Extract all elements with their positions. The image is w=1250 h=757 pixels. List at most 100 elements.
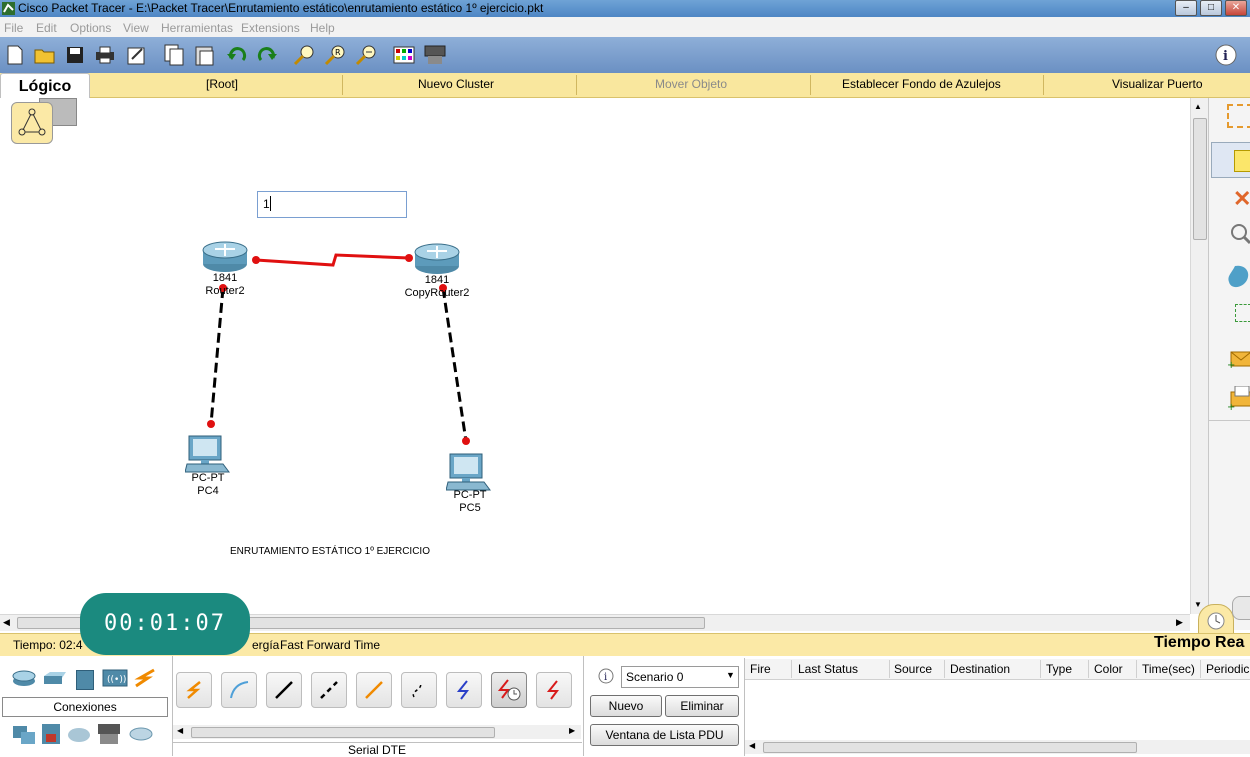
activity-wizard-icon[interactable] [125, 43, 149, 67]
column-header[interactable]: Time(sec) [1142, 662, 1195, 676]
pdu-scroll-thumb[interactable] [763, 742, 1137, 753]
custom-devices-category-icon[interactable] [96, 722, 122, 746]
maximize-button[interactable]: □ [1200, 0, 1222, 16]
copper-cross-icon[interactable] [311, 672, 347, 708]
logical-bar: [Root] Nuevo Cluster Mover Objeto Establ… [0, 73, 1250, 98]
copper-straight-icon[interactable] [266, 672, 302, 708]
vertical-scrollbar[interactable]: ▲ ▼ [1190, 98, 1209, 614]
coaxial-icon[interactable] [446, 672, 482, 708]
add-complex-pdu-icon[interactable]: + [1227, 386, 1250, 412]
router-icon[interactable] [201, 240, 249, 274]
switches-category-icon[interactable] [42, 670, 68, 686]
pc-icon[interactable] [184, 434, 231, 474]
menu-options[interactable]: Options [70, 21, 111, 35]
scroll-right-icon[interactable]: ▶ [1176, 617, 1183, 628]
undo-icon[interactable] [225, 43, 249, 67]
column-header[interactable]: Color [1094, 662, 1123, 676]
scroll-left-icon[interactable]: ◀ [177, 726, 183, 735]
paste-icon[interactable] [193, 43, 217, 67]
hubs-category-icon[interactable] [76, 670, 94, 690]
connections-scroll-thumb[interactable] [191, 727, 495, 738]
wan-emulation-category-icon[interactable] [66, 726, 92, 744]
connections-category-icon[interactable] [132, 668, 158, 688]
save-icon[interactable] [63, 43, 87, 67]
chevron-down-icon[interactable]: ▼ [726, 670, 735, 680]
fiber-icon[interactable] [356, 672, 392, 708]
vertical-scroll-thumb[interactable] [1193, 118, 1207, 240]
scroll-left-icon[interactable]: ◀ [3, 617, 10, 628]
select-tool-icon[interactable] [1227, 104, 1250, 128]
router-icon[interactable] [413, 242, 461, 276]
info-icon[interactable]: i [598, 668, 614, 684]
delete-scenario-button[interactable]: Eliminar [665, 695, 739, 717]
scroll-up-icon[interactable]: ▲ [1194, 102, 1202, 111]
zoom-out-icon[interactable] [354, 43, 378, 67]
redo-icon[interactable] [255, 43, 279, 67]
menu-help[interactable]: Help [310, 21, 335, 35]
close-button[interactable]: ✕ [1225, 0, 1247, 16]
menu-file[interactable]: File [4, 21, 23, 35]
tile-background-button[interactable]: Establecer Fondo de Azulejos [842, 77, 1001, 91]
column-header[interactable]: Type [1046, 662, 1072, 676]
workspace-note[interactable]: ENRUTAMIENTO ESTÁTICO 1º EJERCICIO [230, 546, 430, 557]
serial-dte-icon[interactable] [491, 672, 527, 708]
logical-workspace[interactable]: 1 1841 Router2 1841 CopyRouter2 PC-PT PC… [0, 98, 1190, 614]
serial-dce-icon[interactable] [536, 672, 572, 708]
column-header[interactable]: Last Status [798, 662, 858, 676]
new-cluster-button[interactable]: Nuevo Cluster [418, 77, 494, 91]
crossover-link [441, 287, 468, 442]
scroll-left-icon[interactable]: ◀ [749, 741, 755, 750]
custom-device-icon[interactable] [423, 43, 447, 67]
zoom-in-icon[interactable] [292, 43, 316, 67]
minimize-button[interactable]: – [1175, 0, 1197, 16]
console-cable-icon[interactable] [221, 672, 257, 708]
fast-forward-time-button[interactable]: Fast Forward Time [280, 638, 380, 652]
router-model: 1841 [212, 272, 238, 284]
root-link[interactable]: [Root] [206, 77, 238, 91]
menu-edit[interactable]: Edit [36, 21, 57, 35]
open-folder-icon[interactable] [33, 43, 57, 67]
realtime-mode-button[interactable] [1198, 604, 1234, 636]
resize-shape-icon[interactable] [1235, 304, 1250, 322]
column-header[interactable]: Destination [950, 662, 1010, 676]
simulation-mode-button[interactable] [1232, 596, 1250, 620]
note-tool-container[interactable] [1211, 142, 1250, 178]
tab-logical[interactable]: Lógico [0, 73, 90, 100]
menu-view[interactable]: View [123, 21, 149, 35]
inspect-tool-icon[interactable] [1227, 222, 1250, 246]
auto-connection-icon[interactable] [176, 672, 212, 708]
column-header[interactable]: Source [894, 662, 932, 676]
column-divider [1200, 660, 1201, 678]
new-file-icon[interactable] [3, 43, 27, 67]
draw-shape-icon[interactable] [1227, 264, 1250, 290]
pdu-list-window-button[interactable]: Ventana de Lista PDU [590, 724, 739, 746]
connections-scrollbar[interactable]: ◀ ▶ [173, 725, 581, 739]
viewport-button[interactable]: Visualizar Puerto [1112, 77, 1203, 91]
security-category-icon[interactable] [40, 722, 62, 746]
copy-icon[interactable] [162, 43, 186, 67]
pc-icon[interactable] [445, 452, 492, 492]
end-devices-category-icon[interactable] [11, 724, 37, 746]
pdu-table-scrollbar[interactable]: ◀ [745, 740, 1250, 754]
wireless-category-icon[interactable]: ((•)) [102, 668, 128, 688]
palette-icon[interactable] [392, 43, 416, 67]
scenario-select[interactable]: Scenario 0 ▼ [621, 666, 739, 688]
menu-herramientas[interactable]: Herramientas [161, 21, 233, 35]
scroll-right-icon[interactable]: ▶ [569, 726, 575, 735]
routers-category-icon[interactable] [11, 668, 37, 688]
zoom-reset-icon[interactable]: R [323, 43, 347, 67]
multiuser-category-icon[interactable] [128, 724, 154, 744]
menu-extensions[interactable]: Extensions [241, 21, 300, 35]
move-object-button[interactable]: Mover Objeto [655, 77, 727, 91]
delete-tool-icon[interactable]: ✕ [1233, 186, 1250, 212]
print-icon[interactable] [93, 43, 117, 67]
column-header[interactable]: Fire [750, 662, 771, 676]
new-scenario-button[interactable]: Nuevo [590, 695, 662, 717]
note-tool-icon[interactable] [1234, 150, 1250, 172]
info-icon[interactable]: i [1214, 43, 1238, 67]
main-toolbar: R i [0, 37, 1250, 73]
add-simple-pdu-icon[interactable]: + [1227, 348, 1250, 370]
power-cycle-label[interactable]: ergía [252, 638, 279, 652]
phone-cable-icon[interactable] [401, 672, 437, 708]
column-header[interactable]: Periodic [1206, 662, 1249, 676]
